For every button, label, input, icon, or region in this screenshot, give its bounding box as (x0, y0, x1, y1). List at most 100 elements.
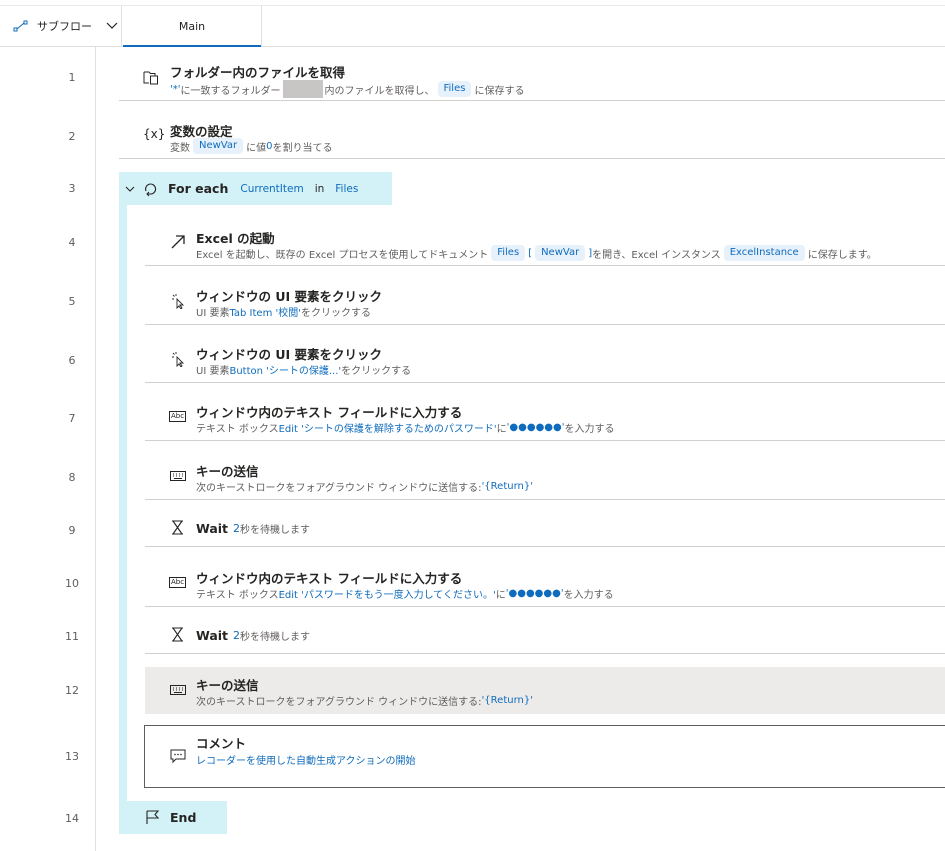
pattern-value: '*' (170, 83, 181, 95)
action-send-keys[interactable]: キーの送信 次のキーストロークをフォアグラウンド ウィンドウに送信する: '{R… (145, 454, 945, 500)
tab-main[interactable]: Main (123, 6, 262, 47)
line-number: 14 (65, 812, 79, 825)
action-title: ウィンドウ内のテキスト フィールドに入力する (196, 405, 463, 420)
action-description: '*' に一致するフォルダー 内のファイルを取得し、 Files に保存する (170, 80, 524, 98)
hourglass-icon (172, 627, 183, 642)
action-title: ウィンドウ内のテキスト フィールドに入力する (196, 571, 463, 586)
variable-pill-files[interactable]: Files (491, 245, 526, 261)
action-wait[interactable]: Wait 2 秒を待機します (145, 619, 945, 654)
ui-element-link[interactable]: Tab Item '校閲' (229, 304, 301, 319)
ui-element-link[interactable]: Button 'シートの保護...' (229, 362, 341, 377)
action-populate-text-field[interactable]: Abc ウィンドウ内のテキスト フィールドに入力する テキスト ボックス Edi… (145, 561, 945, 607)
desc-text: 次のキーストロークをフォアグラウンド ウィンドウに送信する: (196, 483, 482, 494)
desc-text: に値 (246, 142, 267, 154)
top-bar: サブフロー Main (0, 5, 945, 47)
bracket-open: [ (528, 247, 533, 259)
desc-text: を入力する (563, 590, 614, 601)
desc-text: に (495, 590, 506, 601)
desc-text: を開き、Excel インスタンス (592, 249, 721, 261)
action-line: Wait 2 秒を待機します (196, 628, 310, 643)
gutter-divider (95, 46, 96, 851)
variable-pill-newvar[interactable]: NewVar (193, 138, 244, 154)
action-title: For each (168, 181, 229, 196)
action-get-files-in-folder[interactable]: フォルダー内のファイルを取得 '*' に一致するフォルダー 内のファイルを取得し… (119, 54, 945, 101)
action-description: テキスト ボックス Edit 'シートの保護を解除するためのパスワード' に '… (196, 420, 615, 435)
variable-pill-newvar[interactable]: NewVar (535, 245, 586, 261)
desc-text: 変数 (170, 142, 190, 154)
action-description: テキスト ボックス Edit 'パスワードをもう一度入力してください。' に '… (196, 586, 614, 601)
subflow-icon (13, 20, 28, 32)
action-end[interactable]: End (119, 801, 227, 834)
action-click-ui-element[interactable]: ウィンドウの UI 要素をクリック UI 要素 Tab Item '校閲' をク… (145, 279, 945, 325)
click-pointer-icon (172, 294, 185, 309)
ui-element-link[interactable]: Edit 'シートの保護を解除するためのパスワード' (279, 420, 497, 435)
loop-icon (145, 183, 157, 196)
keyboard-icon (170, 685, 186, 695)
keyboard-icon (170, 471, 186, 481)
desc-text: をクリックする (301, 308, 372, 319)
action-wait[interactable]: Wait 2 秒を待機します (145, 512, 945, 547)
variable-pill-files[interactable]: Files (329, 181, 364, 197)
action-click-ui-element[interactable]: ウィンドウの UI 要素をクリック UI 要素 Button 'シートの保護..… (145, 337, 945, 383)
desc-text: 秒を待機します (240, 525, 311, 536)
desc-text: UI 要素 (196, 308, 230, 319)
password-value: '●●●●●●' (505, 588, 564, 599)
action-description: 次のキーストロークをフォアグラウンド ウィンドウに送信する: '{Return}… (196, 479, 533, 494)
line-number: 4 (68, 236, 76, 249)
password-value: '●●●●●●' (506, 422, 565, 433)
desc-text: に保存します。 (807, 249, 877, 261)
action-description: UI 要素 Button 'シートの保護...' をクリックする (196, 362, 411, 377)
line-number: 3 (68, 182, 76, 195)
action-title: Wait (196, 521, 229, 536)
keystroke-value: '{Return}' (481, 481, 533, 492)
line-number: 2 (68, 130, 76, 143)
collapse-chevron-icon[interactable] (125, 185, 135, 193)
desc-text: テキスト ボックス (196, 424, 279, 435)
line-number: 13 (65, 750, 79, 763)
line-number: 8 (68, 471, 76, 484)
action-send-keys-selected[interactable]: キーの送信 次のキーストロークをフォアグラウンド ウィンドウに送信する: '{R… (145, 667, 945, 714)
action-comment[interactable]: コメント レコーダーを使用した自動生成アクションの開始 (144, 725, 945, 788)
action-line: Wait 2 秒を待機します (196, 521, 310, 536)
line-number: 5 (68, 295, 76, 308)
desc-text: Excel を起動し、既存の Excel プロセスを使用してドキュメント (196, 249, 489, 261)
action-description: Excel を起動し、既存の Excel プロセスを使用してドキュメント Fil… (196, 245, 877, 261)
action-set-variable[interactable]: {x} 変数の設定 変数 NewVar に値 0 を割り当てる (119, 113, 945, 159)
action-title: キーの送信 (196, 678, 259, 693)
in-keyword: in (314, 182, 325, 195)
variable-pill-currentitem[interactable]: CurrentItem (234, 181, 309, 197)
ui-element-link[interactable]: Edit 'パスワードをもう一度入力してください。' (279, 586, 496, 601)
keystroke-value: '{Return}' (481, 695, 533, 706)
text-field-icon: Abc (169, 577, 187, 588)
wait-seconds: 2 (233, 629, 241, 642)
folder-files-icon (143, 71, 158, 85)
desc-text: に一致するフォルダー (180, 85, 281, 97)
desc-text: テキスト ボックス (196, 590, 279, 601)
wait-seconds: 2 (233, 522, 241, 535)
line-number: 7 (68, 412, 76, 425)
line-number: 11 (65, 630, 79, 643)
text-field-icon: Abc (169, 411, 187, 422)
desc-text: 内のファイルを取得し、 (324, 85, 435, 97)
variable-pill-excelinstance[interactable]: ExcelInstance (723, 245, 805, 261)
line-number: 1 (68, 71, 76, 84)
line-number: 9 (68, 524, 76, 537)
line-number: 12 (65, 684, 79, 697)
action-title: フォルダー内のファイルを取得 (170, 65, 346, 80)
action-for-each[interactable]: For each CurrentItem in Files (119, 172, 392, 205)
subflow-label: サブフロー (37, 20, 92, 33)
desc-text: に保存する (474, 85, 525, 97)
action-title: End (170, 810, 197, 825)
action-populate-text-field[interactable]: Abc ウィンドウ内のテキスト フィールドに入力する テキスト ボックス Edi… (145, 395, 945, 441)
line-number: 6 (68, 354, 76, 367)
chevron-down-icon (106, 22, 118, 29)
desc-text: を入力する (564, 424, 615, 435)
comment-icon (170, 749, 186, 764)
action-launch-excel[interactable]: Excel の起動 Excel を起動し、既存の Excel プロセスを使用して… (145, 220, 945, 266)
variable-pill-files[interactable]: Files (437, 81, 472, 97)
action-title: コメント (196, 736, 247, 751)
subflow-dropdown[interactable]: サブフロー (0, 6, 122, 46)
action-title: ウィンドウの UI 要素をクリック (196, 347, 383, 362)
line-number: 10 (65, 577, 79, 590)
launch-arrow-icon (171, 235, 185, 249)
